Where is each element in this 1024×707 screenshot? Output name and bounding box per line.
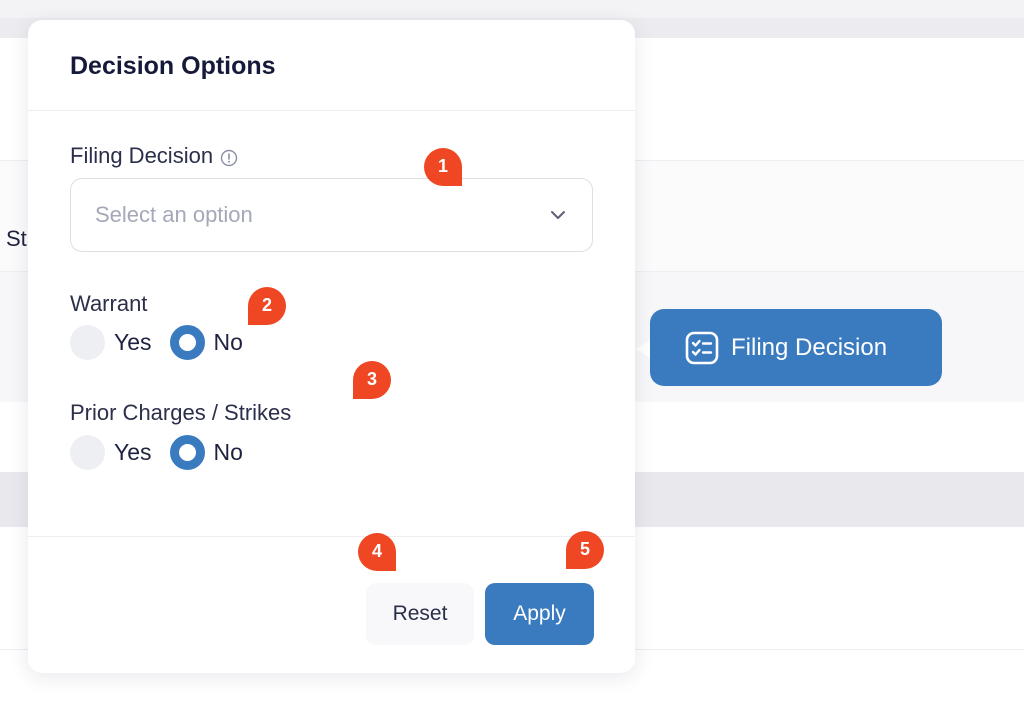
apply-button[interactable]: Apply (485, 583, 594, 645)
panel-title: Decision Options (70, 52, 276, 80)
annotation-marker: 1 (424, 148, 462, 186)
filing-decision-label: Filing Decision (70, 143, 238, 169)
marker-number: 3 (366, 369, 377, 389)
panel-header: Decision Options (28, 20, 635, 111)
warrant-yes-option[interactable]: Yes (70, 325, 152, 360)
marker-number: 1 (437, 156, 448, 176)
warrant-radio-group: Yes No (70, 325, 261, 360)
radio-label: No (213, 439, 243, 465)
checklist-icon (685, 331, 719, 365)
annotation-marker: 5 (566, 531, 604, 569)
popover-pointer (636, 340, 650, 358)
marker-number: 5 (579, 539, 590, 559)
warrant-label: Warrant (70, 291, 148, 316)
filing-decision-select[interactable]: Select an option (70, 178, 593, 252)
info-icon[interactable] (220, 147, 238, 167)
prior-charges-yes-option[interactable]: Yes (70, 435, 152, 470)
filing-decision-button-label: Filing Decision (731, 333, 888, 361)
warrant-no-option[interactable]: No (169, 325, 243, 360)
radio-label: Yes (114, 329, 152, 355)
annotation-marker: 4 (358, 533, 396, 571)
radio-unchecked[interactable] (70, 435, 105, 470)
radio-checked[interactable] (169, 435, 205, 470)
prior-charges-no-option[interactable]: No (169, 435, 243, 470)
radio-unchecked[interactable] (70, 325, 105, 360)
select-placeholder: Select an option (95, 202, 253, 227)
annotation-marker: 2 (248, 287, 286, 325)
reset-button[interactable]: Reset (366, 583, 474, 645)
prior-charges-label: Prior Charges / Strikes (70, 400, 292, 425)
marker-number: 2 (261, 295, 272, 315)
filing-decision-button[interactable]: Filing Decision (650, 309, 942, 386)
marker-number: 4 (371, 541, 382, 561)
decision-options-panel: Decision Options Filing Decision Select … (28, 20, 635, 673)
annotation-marker: 3 (353, 361, 391, 399)
filing-decision-label-text: Filing Decision (70, 143, 214, 168)
background-partial-text: St (6, 226, 27, 251)
chevron-down-icon (548, 205, 568, 225)
radio-label: No (213, 329, 243, 355)
prior-charges-radio-group: Yes No (70, 435, 261, 470)
footer-divider (28, 536, 635, 537)
radio-label: Yes (114, 439, 152, 465)
background-top-strip (0, 0, 1024, 18)
radio-checked[interactable] (169, 325, 205, 360)
